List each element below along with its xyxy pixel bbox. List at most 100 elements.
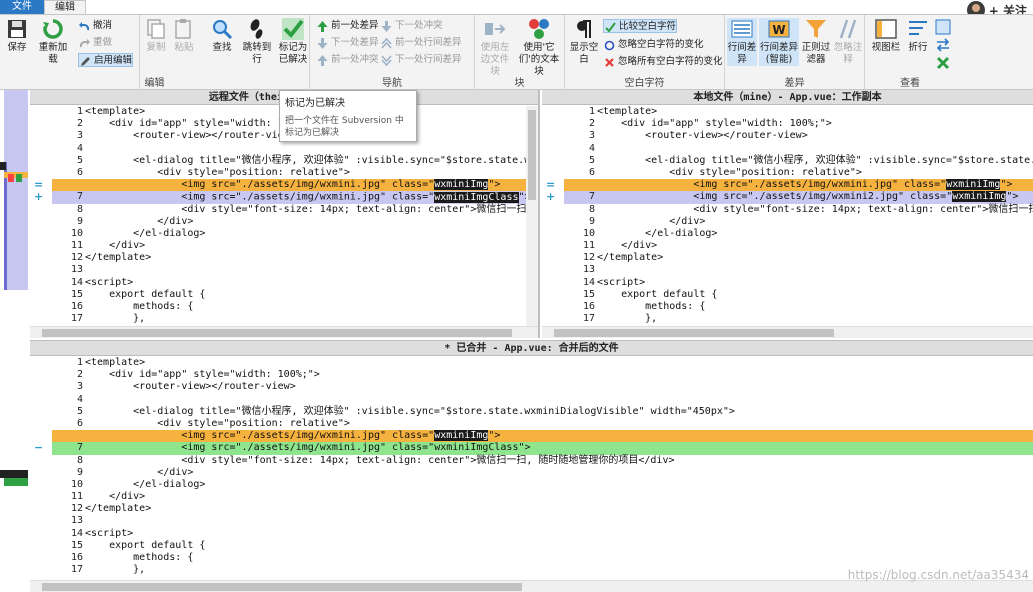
tab-edit[interactable]: 编辑 [44,0,86,14]
fold-button[interactable]: 折行 [903,18,933,54]
code-line[interactable]: 4 [564,143,1033,155]
code-line[interactable]: 9 </div> [52,467,1033,479]
code-line[interactable]: 6 <div style="position: relative"> [564,167,1033,179]
use-theirs-block-button[interactable]: 使用'它们'的文本块 [517,18,561,78]
code-line[interactable]: 6 <div style="position: relative"> [52,418,1033,430]
code-line[interactable]: 13 [52,264,526,276]
inline-diff-button[interactable]: 行间差异 [727,18,757,66]
code-line[interactable]: 5 <el-dialog title="微信小程序, 欢迎体验" :visibl… [52,155,526,167]
code-line[interactable]: 7 <img src="./assets/img/wxmini.jpg" cla… [52,442,1033,455]
code-line[interactable]: 11 </div> [52,240,526,252]
code-line[interactable]: 1 <template> [564,106,1033,118]
code-line[interactable]: <img src="./assets/img/wxmini.jpg" class… [564,179,1033,192]
code-line[interactable]: 3 <router-view></router-view> [52,381,1033,393]
mine-code[interactable]: 1 <template> 2 <div id="app" style="width:… [564,106,1033,326]
collapse-icon[interactable] [935,55,951,71]
view-bar-button[interactable]: 视图栏 [871,18,901,54]
line-text: </div> [597,240,658,252]
ignore-comments-button[interactable]: 忽略注释 [833,18,863,66]
code-line[interactable]: 3 <router-view></router-view> [564,130,1033,142]
code-line[interactable]: 13 [564,264,1033,276]
goto-line-button[interactable]: 跳转到行 [240,18,274,66]
code-line[interactable]: 17 }, [52,313,526,325]
compare-whitespace-option[interactable]: 比较空白字符 [603,19,678,33]
prev-line-diff-label: 前一处行间差异 [395,37,462,48]
location-bar[interactable] [0,90,30,592]
ignore-all-whitespace-option[interactable]: 忽略所有空白字符的变化 [603,55,723,69]
code-line[interactable]: 14 <script> [52,277,526,289]
prev-line-diff-button[interactable]: 前一处行间差异 [380,36,462,50]
regex-filter-button[interactable]: 正则过滤器 [801,18,831,66]
code-line[interactable]: 17 }, [564,313,1033,325]
code-line[interactable]: 15 export default { [52,289,526,301]
code-line[interactable]: 9 </div> [564,216,1033,228]
find-button[interactable]: 查找 [210,18,234,54]
copy-button[interactable]: 复制 [144,18,168,54]
code-line[interactable]: 2 <div id="app" style="width: 100%;"> [564,118,1033,130]
redo-button[interactable]: 重做 [78,36,112,50]
code-line[interactable]: 16 methods: { [564,301,1033,313]
next-conflict-button[interactable]: 下一处冲突 [380,19,443,33]
code-line[interactable]: 10 </el-dialog> [564,228,1033,240]
prev-conflict-button[interactable]: 前一处冲突 [316,53,379,67]
code-line[interactable]: <img src="./assets/img/wxmini.jpg" class… [52,430,1033,443]
code-line[interactable]: 16 methods: { [52,552,1033,564]
reload-button[interactable]: 重新加载 [38,18,68,66]
next-line-diff-button[interactable]: 下一处行间差异 [380,53,462,67]
mark-resolved-button[interactable]: 标记为已解决 [276,18,310,66]
code-line[interactable]: 13 [52,515,1033,527]
line-text: }, [85,313,146,325]
show-whitespace-label: 显示空白 [569,42,599,65]
code-line[interactable]: 5 <el-dialog title="微信小程序, 欢迎体验" :visibl… [564,155,1033,167]
undo-button[interactable]: 撤消 [78,19,112,33]
changed-word: wxminiImg [952,191,1007,203]
code-line[interactable]: 7 <img src="./assets/img/wxmini2.jpg" cl… [564,191,1033,204]
line-number: 11 [70,491,83,503]
merged-pane[interactable]: * 已合并 - App.vue: 合并后的文件 − 1 <template> 2 <… [30,340,1033,592]
code-line[interactable]: 7 <img src="./assets/img/wxmini.jpg" cla… [52,191,526,204]
paste-button[interactable]: 粘贴 [172,18,196,54]
code-line[interactable]: 10 </el-dialog> [52,479,1033,491]
code-line[interactable]: 14 <script> [564,277,1033,289]
code-line[interactable]: 12 </template> [52,252,526,264]
inline-diff-smart-button[interactable]: W 行间差异(智能) [759,18,799,66]
prev-diff-button[interactable]: 前一处差异 [316,19,379,33]
show-whitespace-button[interactable]: 显示空白 [569,18,599,66]
save-button[interactable]: 保存 [6,18,28,54]
mine-hscroll[interactable] [542,326,1033,338]
paste-label: 粘贴 [174,42,194,53]
mine-pane[interactable]: 本地文件（mine）- App.vue：工作副本 = + 1 <template>… [542,90,1033,338]
code-line[interactable]: <img src="./assets/img/wxmini.jpg" class… [52,179,526,192]
ignore-whitespace-change-option[interactable]: 忽略空白字符的变化 [603,38,704,52]
code-line[interactable]: 11 </div> [52,491,1033,503]
tab-file[interactable]: 文件 [0,0,44,14]
theirs-hscroll[interactable] [30,326,538,338]
window-icon[interactable] [935,19,951,35]
code-line[interactable]: 1 <template> [52,357,1033,369]
code-line[interactable]: 9 </div> [52,216,526,228]
code-line[interactable]: 12 </template> [52,503,1033,515]
code-line[interactable]: 5 <el-dialog title="微信小程序, 欢迎体验" :visibl… [52,406,1033,418]
code-line[interactable]: 14 <script> [52,528,1033,540]
next-diff-button[interactable]: 下一处差异 [316,36,379,50]
theirs-vscroll[interactable] [526,106,538,326]
code-line[interactable]: 8 <div style="font-size: 14px; text-alig… [564,204,1033,216]
merged-gutter: − [30,357,52,580]
code-line[interactable]: 12 </template> [564,252,1033,264]
code-line[interactable]: 8 <div style="font-size: 14px; text-alig… [52,455,1033,467]
code-line[interactable]: 15 export default { [52,540,1033,552]
code-line[interactable]: 8 <div style="font-size: 14px; text-alig… [52,204,526,216]
merged-code[interactable]: 1 <template> 2 <div id="app" style="width:… [52,357,1033,580]
swap-icon[interactable] [935,37,951,53]
enable-edit-button[interactable]: 启用编辑 [78,53,134,67]
code-line[interactable]: 2 <div id="app" style="width: 100%;"> [52,369,1033,381]
code-line[interactable]: 4 [52,143,526,155]
code-line[interactable]: 4 [52,394,1033,406]
code-line[interactable]: 10 </el-dialog> [52,228,526,240]
code-line[interactable]: 6 <div style="position: relative"> [52,167,526,179]
code-line[interactable]: 15 export default { [564,289,1033,301]
code-line[interactable]: 16 methods: { [52,301,526,313]
code-line[interactable]: 11 </div> [564,240,1033,252]
use-left-block-button[interactable]: 使用左边文件块 [477,18,513,78]
copy-label: 复制 [146,42,166,53]
